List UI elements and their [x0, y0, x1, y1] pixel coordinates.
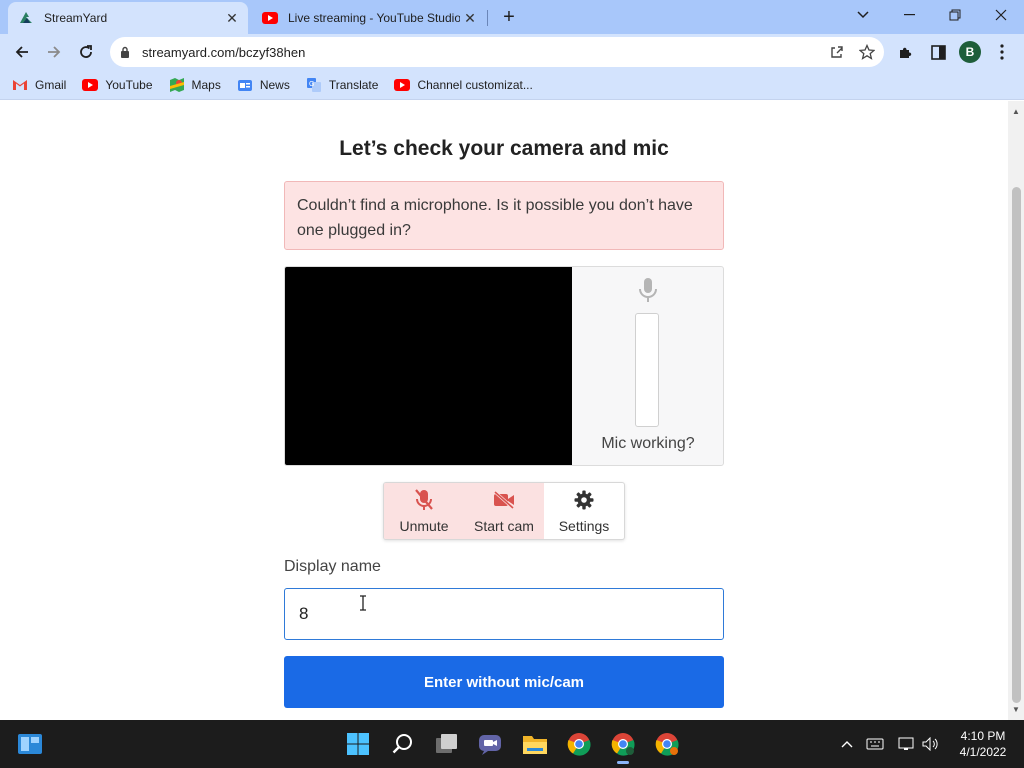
bookmark-gmail[interactable]: Gmail: [12, 77, 66, 93]
svg-text:G: G: [309, 81, 314, 88]
microphone-icon: [636, 277, 660, 303]
mic-working-label: Mic working?: [601, 435, 695, 452]
bookmark-channel-customization[interactable]: Channel customizat...: [394, 77, 533, 93]
tab-title: StreamYard: [44, 11, 108, 25]
scrollbar-thumb[interactable]: [1012, 187, 1021, 703]
microphone-warning-alert: Couldn’t find a microphone. Is it possib…: [284, 181, 724, 250]
bookmarks-bar: Gmail YouTube Maps News G Translate Chan…: [0, 70, 1024, 100]
bookmark-translate[interactable]: G Translate: [306, 77, 379, 93]
bookmark-label: Gmail: [35, 77, 67, 92]
display-name-input[interactable]: [284, 588, 724, 640]
mic-level-meter: [635, 313, 659, 427]
start-cam-button[interactable]: Start cam: [464, 483, 544, 539]
chrome-profile-icon[interactable]: [651, 728, 683, 760]
windows-start-icon[interactable]: [342, 728, 374, 760]
gmail-icon: [12, 77, 28, 93]
lock-icon[interactable]: [120, 46, 134, 58]
chrome-icon[interactable]: [563, 728, 595, 760]
close-tab-icon[interactable]: ✕: [460, 8, 480, 28]
close-tab-icon[interactable]: ✕: [222, 8, 242, 28]
youtube-icon: [82, 77, 99, 93]
bookmark-news[interactable]: News: [237, 77, 290, 93]
tab-youtube-studio[interactable]: Live streaming - YouTube Studio ✕: [252, 2, 486, 34]
back-arrow-icon[interactable]: [8, 38, 36, 66]
chrome-active-icon[interactable]: [607, 728, 639, 760]
bookmark-label: Translate: [328, 77, 379, 92]
close-window-icon[interactable]: [978, 0, 1024, 30]
profile-avatar[interactable]: B: [956, 38, 984, 66]
maps-icon: [169, 77, 185, 93]
tab-streamyard[interactable]: StreamYard ✕: [8, 2, 248, 34]
text-cursor-icon: [358, 595, 368, 611]
browser-tabstrip: StreamYard ✕ Live streaming - YouTube St…: [0, 0, 1024, 34]
enter-without-mic-cam-button[interactable]: Enter without mic/cam: [284, 656, 724, 708]
minimize-icon[interactable]: [886, 0, 932, 30]
active-app-indicator: [617, 761, 629, 764]
page-title: Let’s check your camera and mic: [339, 137, 669, 160]
avatar: B: [959, 41, 981, 63]
volume-icon[interactable]: [920, 732, 942, 756]
new-tab-icon[interactable]: +: [498, 6, 520, 28]
address-bar[interactable]: streamyard.com/bczyf38hen: [110, 37, 884, 67]
media-preview: Mic working?: [284, 266, 724, 466]
menu-kebab-icon[interactable]: [988, 38, 1016, 66]
task-view-icon[interactable]: [431, 728, 463, 760]
translate-icon: G: [306, 77, 322, 93]
share-icon[interactable]: [824, 39, 850, 65]
keyboard-icon[interactable]: [864, 732, 886, 756]
taskbar-clock[interactable]: 4:10 PM 4/1/2022: [948, 728, 1018, 760]
page-content: Let’s check your camera and mic Couldn’t…: [0, 101, 1008, 720]
camera-off-icon: [493, 489, 515, 511]
bookmark-label: Channel customizat...: [417, 77, 533, 92]
unmute-button[interactable]: Unmute: [384, 483, 464, 539]
windows-taskbar: 4:10 PM 4/1/2022: [0, 720, 1024, 768]
bookmark-label: YouTube: [105, 77, 153, 92]
mic-off-icon: [413, 489, 435, 511]
forward-arrow-icon[interactable]: [40, 38, 68, 66]
screen: StreamYard ✕ Live streaming - YouTube St…: [0, 0, 1024, 768]
page-scrollbar[interactable]: ▲ ▼: [1008, 101, 1024, 720]
settings-label: Settings: [558, 518, 610, 534]
clock-time: 4:10 PM: [960, 729, 1006, 743]
scroll-down-arrow-icon[interactable]: ▼: [1012, 705, 1020, 714]
bookmark-label: News: [259, 77, 290, 92]
streamyard-favicon-icon: [18, 10, 34, 26]
url-text[interactable]: streamyard.com/bczyf38hen: [142, 45, 824, 60]
file-explorer-icon[interactable]: [519, 728, 551, 760]
bookmark-star-icon[interactable]: [854, 39, 880, 65]
tab-title: Live streaming - YouTube Studio: [288, 11, 460, 25]
bookmark-label: Maps: [191, 77, 221, 92]
side-panel-icon[interactable]: [924, 38, 952, 66]
mic-check-panel: Mic working?: [572, 267, 723, 465]
extensions-puzzle-icon[interactable]: [892, 38, 920, 66]
settings-button[interactable]: Settings: [544, 483, 624, 539]
tab-divider: [487, 10, 488, 26]
display-name-label: Display name: [284, 558, 381, 575]
chevron-up-icon[interactable]: [838, 732, 856, 756]
tab-search-chevron-down-icon[interactable]: [840, 0, 886, 30]
youtube-icon: [394, 77, 411, 93]
search-icon[interactable]: [387, 728, 419, 760]
start-cam-label: Start cam: [474, 518, 534, 534]
widgets-icon[interactable]: [14, 728, 46, 760]
reload-icon[interactable]: [72, 38, 100, 66]
camera-preview: [285, 267, 572, 465]
clock-date: 4/1/2022: [959, 745, 1007, 759]
bookmark-youtube[interactable]: YouTube: [82, 77, 153, 93]
youtube-favicon-icon: [262, 10, 278, 26]
teams-chat-icon[interactable]: [474, 728, 506, 760]
unmute-label: Unmute: [399, 518, 449, 534]
bookmark-maps[interactable]: Maps: [169, 77, 221, 93]
media-controls: Unmute Start cam Settings: [383, 482, 625, 540]
scroll-up-arrow-icon[interactable]: ▲: [1012, 107, 1020, 116]
restore-icon[interactable]: [932, 0, 978, 30]
gear-icon: [573, 489, 595, 511]
news-icon: [237, 77, 253, 93]
browser-toolbar: streamyard.com/bczyf38hen B: [0, 34, 1024, 70]
network-icon[interactable]: [896, 732, 918, 756]
